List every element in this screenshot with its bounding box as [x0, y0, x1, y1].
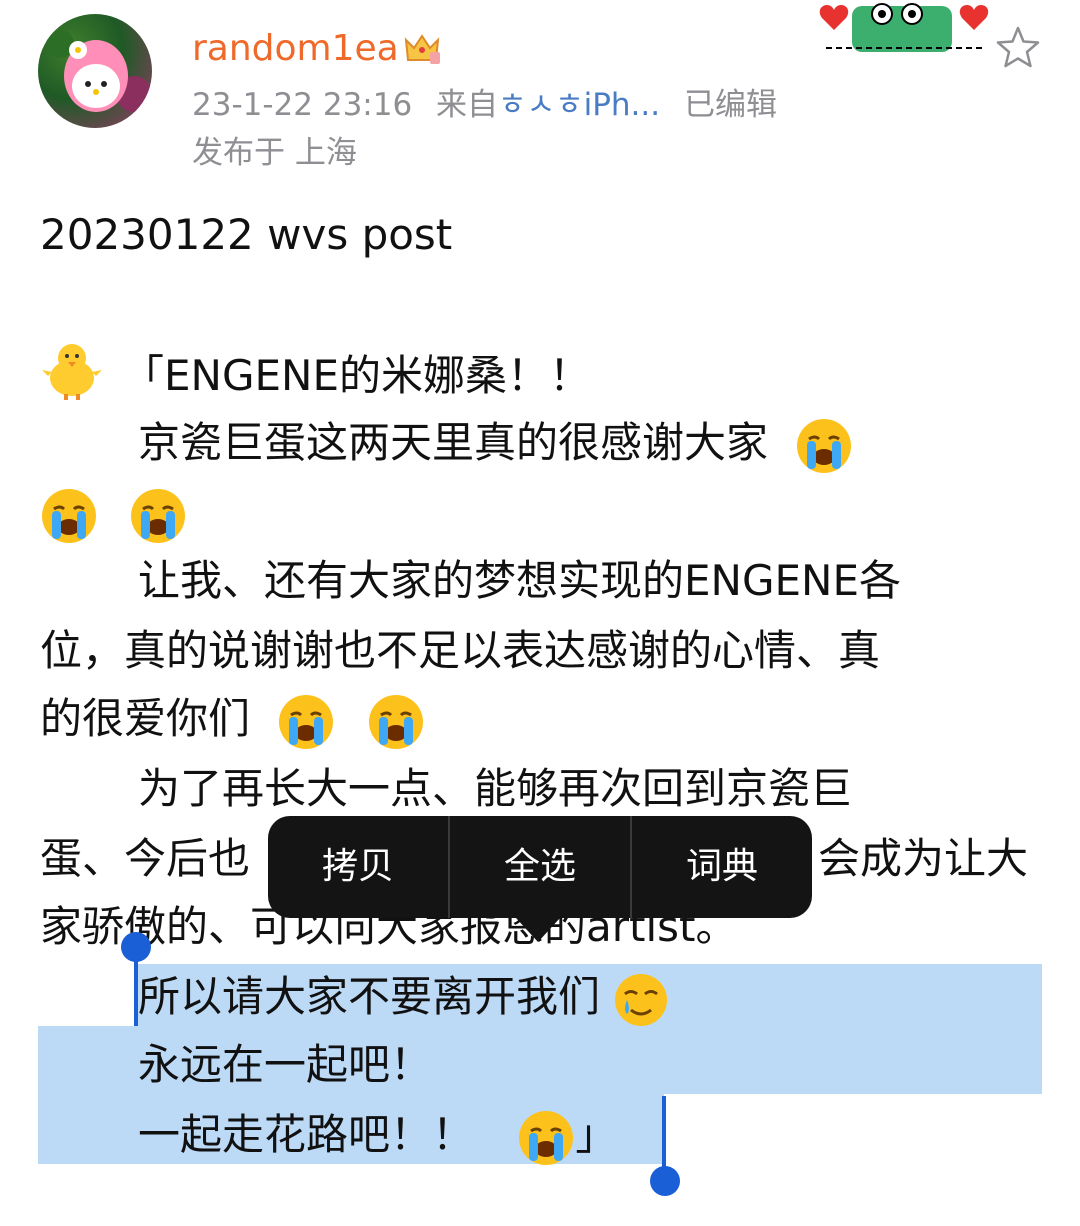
- post-text: 京瓷巨蛋这两天里真的很感谢大家: [138, 418, 769, 467]
- post-location: 发布于 上海: [192, 135, 357, 171]
- avatar[interactable]: [38, 14, 152, 128]
- context-menu-arrow: [516, 918, 560, 942]
- post-text: 会成为让大: [818, 834, 1029, 883]
- post-text: 所以请大家不要离开我们: [138, 972, 601, 1021]
- smiling-face-with-tear-icon: [615, 973, 668, 1026]
- context-menu: 拷贝 全选 词典: [268, 816, 812, 918]
- crying-face-icon: [42, 488, 96, 543]
- post-line: 的很爱你们: [40, 684, 1040, 754]
- post-line: 20230122 wvs post: [40, 210, 453, 259]
- edited-label[interactable]: 已编辑: [684, 87, 777, 123]
- select-all-button[interactable]: 全选: [450, 816, 630, 918]
- post-meta: 23-1-22 23:16 来自ㅎㅅㅎiPh... 已编辑: [192, 84, 777, 126]
- post-line: 位，真的说谢谢也不足以表达感谢的心情、真: [40, 626, 881, 675]
- dictionary-button[interactable]: 词典: [632, 816, 812, 918]
- post-line: [40, 478, 1040, 548]
- crown-icon: [404, 34, 440, 64]
- post-text: 的很爱你们: [40, 694, 251, 743]
- post-text: 「ENGENE的米娜桑！！: [122, 351, 591, 400]
- chick-icon: [42, 344, 102, 400]
- sticker-decoration: [819, 3, 989, 52]
- selection-end-line[interactable]: [662, 1096, 666, 1176]
- timestamp: 23-1-22 23:16: [192, 87, 413, 123]
- post-line: 一起走花路吧！！ 」: [40, 1100, 1080, 1170]
- crying-face-icon: [368, 694, 423, 749]
- post-line: 为了再长大一点、能够再次回到京瓷巨: [138, 764, 853, 813]
- username[interactable]: random1ea: [192, 27, 399, 71]
- post-text: 」: [575, 1110, 618, 1159]
- crying-face-icon: [797, 418, 852, 473]
- post-line: 让我、还有大家的梦想实现的ENGENE各: [138, 556, 901, 605]
- crying-face-icon: [131, 488, 186, 543]
- post-source[interactable]: ㅎㅅㅎiPh...: [498, 87, 660, 123]
- post-line: 永远在一起吧！: [138, 1040, 433, 1089]
- post-text: 一起走花路吧！！: [138, 1110, 475, 1159]
- crying-face-icon: [279, 694, 334, 749]
- post-line: 「ENGENE的米娜桑！！: [40, 340, 1040, 411]
- star-icon[interactable]: [994, 24, 1042, 72]
- selection-end-handle[interactable]: [650, 1166, 680, 1196]
- copy-button[interactable]: 拷贝: [268, 816, 448, 918]
- post-line: 所以请大家不要离开我们: [40, 962, 1080, 1032]
- post-line: 京瓷巨蛋这两天里真的很感谢大家: [40, 408, 1080, 478]
- source-prefix: 来自: [436, 87, 499, 123]
- selection-start-line[interactable]: [134, 946, 138, 1026]
- crying-face-icon: [519, 1110, 574, 1165]
- post-text: 蛋、今后也: [40, 834, 251, 883]
